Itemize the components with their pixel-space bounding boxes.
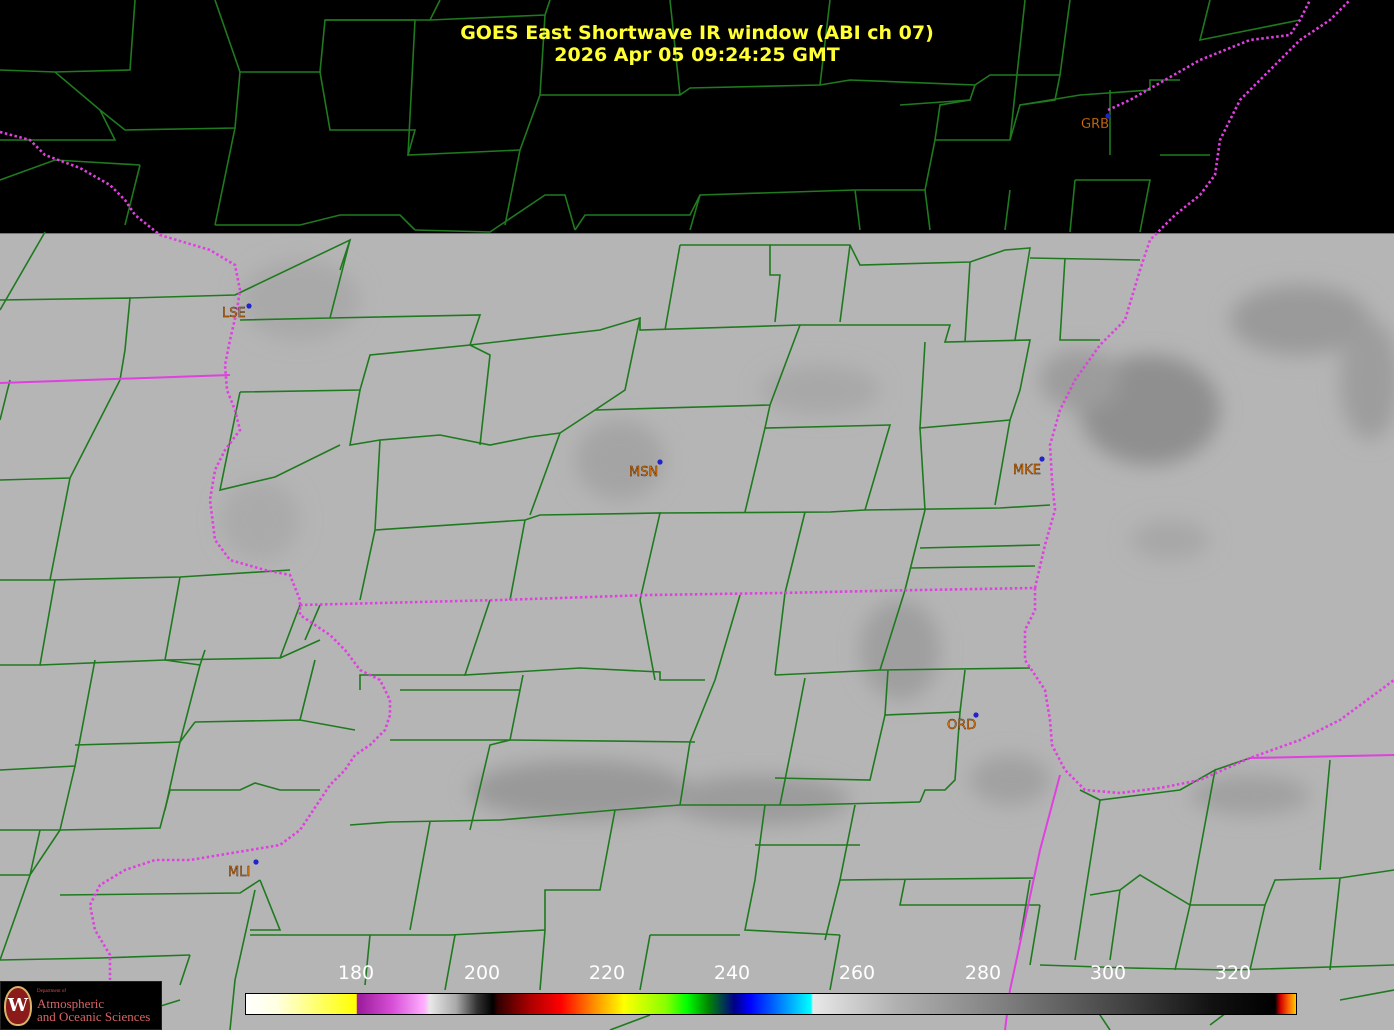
- colorbar-tick-label: 200: [463, 962, 501, 984]
- image-title: GOES East Shortwave IR window (ABI ch 07…: [460, 22, 934, 44]
- colorbar-tick-label: 300: [1089, 962, 1127, 984]
- colorbar-tick-label: 320: [1214, 962, 1252, 984]
- station-dot-ord: [973, 712, 979, 718]
- temperature-colorbar: [245, 993, 1297, 1015]
- colorbar-tick-label: 280: [964, 962, 1002, 984]
- uw-aos-logo: W Department of Atmospheric and Oceanic …: [0, 981, 162, 1030]
- station-label-msn: MSN: [629, 465, 659, 480]
- colorbar-tick-label: 240: [713, 962, 751, 984]
- station-dot-mli: [253, 859, 259, 865]
- image-timestamp: 2026 Apr 05 09:24:25 GMT: [554, 44, 840, 66]
- station-dot-msn: [657, 459, 663, 465]
- station-label-ord: ORD: [947, 718, 977, 733]
- station-label-mke: MKE: [1013, 463, 1041, 478]
- colorbar-tick-label: 260: [838, 962, 876, 984]
- ir-image-field: [0, 233, 1394, 1030]
- satellite-map-view: GOES East Shortwave IR window (ABI ch 07…: [0, 0, 1394, 1030]
- logo-line-2: and Oceanic Sciences: [37, 1009, 151, 1024]
- colorbar-tick-label: 180: [337, 962, 375, 984]
- station-label-mli: MLI: [228, 865, 251, 880]
- station-dot-lse: [246, 303, 252, 309]
- satellite-image-map: [0, 0, 1394, 1030]
- colorbar-tick-label: 220: [588, 962, 626, 984]
- station-dot-mke: [1039, 456, 1045, 462]
- station-label-grb: GRB: [1081, 117, 1110, 132]
- station-label-lse: LSE: [222, 306, 246, 321]
- university-seal-icon: W: [4, 986, 32, 1026]
- logo-dept-text: Department of: [37, 989, 67, 994]
